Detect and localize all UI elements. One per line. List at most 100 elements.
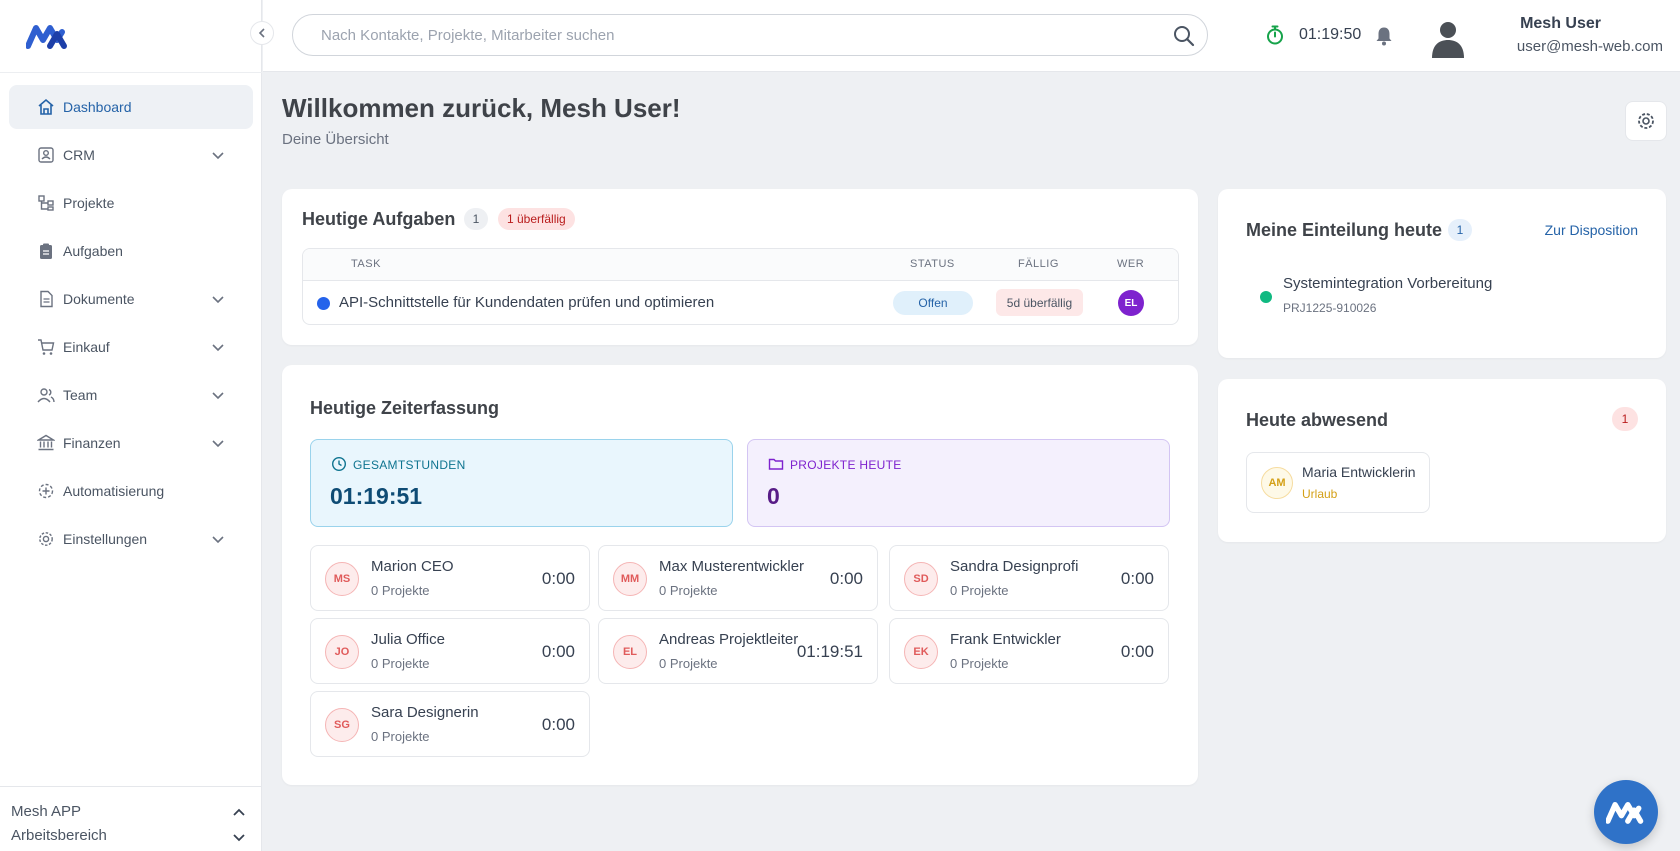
assignment-item-title[interactable]: Systemintegration Vorbereitung (1283, 275, 1492, 292)
workspace-switcher-label[interactable]: Arbeitsbereich (11, 827, 107, 844)
sidebar-item-crm[interactable]: CRM (9, 133, 253, 177)
user-avatar[interactable] (1430, 18, 1466, 58)
sidebar-item-label: Aufgaben (63, 243, 123, 259)
stopwatch-icon[interactable] (1265, 25, 1285, 45)
tasks-title: Heutige Aufgaben (302, 209, 456, 229)
chevron-down-icon[interactable] (211, 340, 225, 354)
tasks-table: TASK STATUS FÄLLIG WER API-Schnittstelle… (302, 248, 1179, 325)
mesh-assistant-button[interactable] (1594, 780, 1658, 844)
assignee-avatar[interactable]: EL (1118, 290, 1144, 316)
users-icon (37, 388, 55, 403)
chevron-left-icon (258, 28, 265, 38)
sidebar-item-dashboard[interactable]: Dashboard (9, 85, 253, 129)
sidebar-item-label: Dokumente (63, 291, 135, 307)
sidebar-item-label: Automatisierung (63, 483, 165, 499)
sidebar-item-aufgaben[interactable]: Aufgaben (9, 229, 253, 273)
employee-time: 0:00 (541, 715, 575, 734)
sidebar-item-projekte[interactable]: Projekte (9, 181, 253, 225)
employee-avatar: SG (325, 708, 359, 742)
column-header-who[interactable]: WER (1117, 258, 1144, 270)
employee-time-card[interactable]: SG Sara Designerin 0 Projekte 0:00 (310, 691, 590, 757)
sidebar-item-einkauf[interactable]: Einkauf (9, 325, 253, 369)
folder-icon (768, 458, 784, 470)
search-input[interactable] (293, 15, 1207, 55)
assignment-status-dot (1260, 291, 1272, 303)
sidebar-item-label: CRM (63, 147, 95, 163)
user-email: user@mesh-web.com (1516, 38, 1663, 55)
search-bar (292, 14, 1208, 56)
user-name[interactable]: Mesh User (1520, 15, 1601, 33)
sidebar-item-automatisierung[interactable]: Automatisierung (9, 469, 253, 513)
contacts-icon (38, 147, 54, 163)
total-hours-label: GESAMTSTUNDEN (353, 458, 466, 472)
employee-projects: 0 Projekte (371, 656, 430, 671)
table-row[interactable]: API-Schnittstelle für Kundendaten prüfen… (303, 281, 1178, 324)
timer-display[interactable]: 01:19:50 (1299, 26, 1361, 44)
chevron-down-icon[interactable] (211, 436, 225, 450)
chevron-up-icon[interactable] (232, 806, 246, 820)
absent-count-badge: 1 (1612, 407, 1638, 431)
app-switcher-label[interactable]: Mesh APP (11, 803, 81, 820)
absent-title: Heute abwesend (1246, 410, 1389, 430)
employee-time-card[interactable]: EK Frank Entwickler 0 Projekte 0:00 (889, 618, 1169, 684)
sidebar-item-team[interactable]: Team (9, 373, 253, 417)
automation-icon (38, 483, 54, 499)
absent-person-card[interactable]: AM Maria Entwicklerin Urlaub (1246, 452, 1430, 513)
topbar: 01:19:50 Mesh User user@mesh-web.com (263, 0, 1680, 72)
mesh-logo-icon[interactable] (25, 20, 70, 52)
table-header: TASK STATUS FÄLLIG WER (303, 249, 1178, 281)
sidebar-collapse-button[interactable] (250, 21, 274, 45)
bell-icon[interactable] (1375, 26, 1393, 46)
search-icon[interactable] (1173, 25, 1195, 47)
employee-time: 0:00 (1120, 642, 1154, 661)
total-hours-value: 01:19:51 (330, 483, 423, 509)
absent-today-card: Heute abwesend 1 AM Maria Entwicklerin U… (1218, 379, 1666, 542)
chevron-down-icon[interactable] (232, 830, 246, 844)
gear-icon (1638, 113, 1654, 129)
employee-avatar: EK (904, 635, 938, 669)
cart-icon (38, 339, 55, 355)
projects-today-box: PROJEKTE HEUTE 0 (747, 439, 1170, 527)
employee-avatar: JO (325, 635, 359, 669)
employee-time-card[interactable]: MS Marion CEO 0 Projekte 0:00 (310, 545, 590, 611)
overdue-badge: 1 überfällig (498, 208, 575, 230)
sidebar-item-einstellungen[interactable]: Einstellungen (9, 517, 253, 561)
clock-icon (331, 456, 347, 472)
column-header-task[interactable]: TASK (351, 258, 381, 270)
employee-projects: 0 Projekte (371, 729, 430, 744)
employee-time-card[interactable]: SD Sandra Designprofi 0 Projekte 0:00 (889, 545, 1169, 611)
employee-avatar: MS (325, 562, 359, 596)
assignment-item-code: PRJ1225-910026 (1283, 301, 1377, 315)
chevron-down-icon[interactable] (211, 292, 225, 306)
absent-person-name: Maria Entwicklerin (1302, 464, 1416, 480)
absent-person-avatar: AM (1261, 467, 1293, 499)
employee-avatar: EL (613, 635, 647, 669)
employee-time: 0:00 (1120, 569, 1154, 588)
sidebar-item-finanzen[interactable]: Finanzen (9, 421, 253, 465)
employee-time-card[interactable]: MM Max Musterentwickler 0 Projekte 0:00 (598, 545, 878, 611)
dashboard-settings-button[interactable] (1625, 101, 1667, 141)
sidebar-divider (0, 72, 262, 73)
column-header-due[interactable]: FÄLLIG (1018, 258, 1059, 270)
sidebar-item-label: Team (63, 387, 98, 403)
tasks-count-badge: 1 (464, 208, 488, 230)
document-icon (40, 290, 53, 308)
task-name[interactable]: API-Schnittstelle für Kundendaten prüfen… (339, 294, 714, 311)
disposition-link[interactable]: Zur Disposition (1545, 222, 1638, 238)
sidebar-item-label: Einstellungen (63, 531, 148, 547)
employee-time-card[interactable]: JO Julia Office 0 Projekte 0:00 (310, 618, 590, 684)
due-badge: 5d überfällig (996, 289, 1083, 316)
sidebar-item-dokumente[interactable]: Dokumente (9, 277, 253, 321)
employee-time-card[interactable]: EL Andreas Projektleiter 0 Projekte 01:1… (598, 618, 878, 684)
sidebar-nav: Dashboard CRM Projekte Aufgaben Dokument… (9, 85, 253, 565)
column-header-status[interactable]: STATUS (910, 258, 955, 270)
chevron-down-icon[interactable] (211, 532, 225, 546)
chevron-down-icon[interactable] (211, 388, 225, 402)
assignment-count-badge: 1 (1448, 219, 1472, 241)
time-tracking-title: Heutige Zeiterfassung (310, 398, 500, 418)
employee-name: Andreas Projektleiter (659, 631, 799, 648)
chevron-down-icon[interactable] (211, 148, 225, 162)
status-badge[interactable]: Offen (893, 291, 973, 315)
employee-projects: 0 Projekte (950, 583, 1009, 598)
employee-projects: 0 Projekte (659, 583, 718, 598)
